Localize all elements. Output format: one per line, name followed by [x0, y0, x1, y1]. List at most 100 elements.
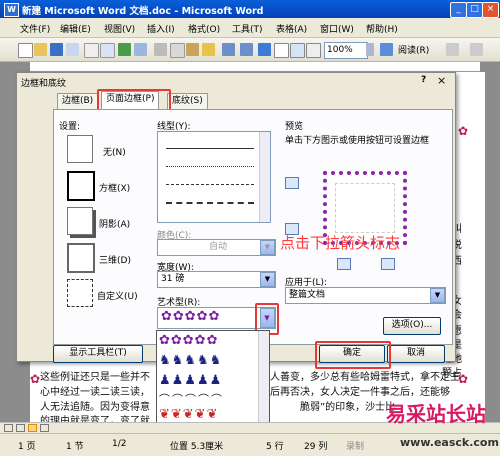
dialog-help-icon[interactable]: ? — [421, 75, 426, 85]
status-column: 29 列 — [304, 442, 328, 452]
spelling-icon[interactable] — [118, 43, 131, 56]
menu-window[interactable]: 窗口(W) — [320, 22, 354, 35]
color-select[interactable]: 自动 ▼ — [157, 239, 276, 256]
art-option-wave[interactable]: ⌒⌒⌒⌒⌒ — [159, 391, 257, 406]
doc-line: 这些例证还只是一些并不 — [40, 372, 150, 383]
title-bar: W 新建 Microsoft Word 文档.doc - Microsoft W… — [0, 0, 500, 18]
minimize-button[interactable]: _ — [450, 2, 467, 18]
preview-label: 预览 — [285, 122, 304, 132]
menu-help[interactable]: 帮助(H) — [366, 22, 398, 35]
setting-custom-icon[interactable] — [67, 279, 93, 307]
top-border-toggle-icon[interactable] — [285, 177, 299, 189]
doc-line: 人无法追随。因为变得意 — [40, 402, 150, 413]
zoom-dropdown-icon[interactable] — [366, 43, 374, 56]
color-dropdown-icon[interactable]: ▼ — [260, 240, 275, 255]
art-option-cat[interactable]: ♞♞♞♞♞ — [159, 353, 257, 371]
line-style-solid[interactable] — [166, 148, 254, 149]
line-style-scrollbar[interactable] — [259, 132, 270, 222]
status-page: 1 页 — [18, 442, 36, 452]
width-dropdown-icon[interactable]: ▼ — [260, 272, 275, 287]
tables-icon[interactable] — [274, 43, 289, 58]
setting-custom-label[interactable]: 自定义(U) — [97, 289, 138, 302]
setting-3d-label[interactable]: 三维(D) — [99, 253, 131, 266]
permission-icon[interactable] — [66, 43, 79, 56]
tab-borders[interactable]: 边框(B) — [57, 93, 99, 110]
dialog-title: 边框和底纹 — [21, 79, 67, 89]
research-icon[interactable] — [134, 43, 147, 56]
dialog-close-icon[interactable]: × — [437, 74, 446, 87]
menu-table[interactable]: 表格(A) — [276, 22, 307, 35]
borders-shading-dialog: 边框和底纹 ? × 边框(B) 页面边框(P) 底纹(S) 设置: 无(N) 方… — [16, 72, 456, 369]
menu-format[interactable]: 格式(O) — [188, 22, 220, 35]
apply-to-dropdown-icon[interactable]: ▼ — [430, 288, 445, 303]
close-button[interactable]: × — [482, 2, 499, 18]
status-line: 5 行 — [266, 442, 284, 452]
art-option-figure[interactable]: ♟♟♟♟♟ — [159, 373, 257, 391]
setting-shadow-label[interactable]: 阴影(A) — [99, 217, 130, 230]
print-view-icon[interactable] — [28, 424, 37, 432]
setting-box-label[interactable]: 方框(X) — [99, 181, 130, 194]
standard-toolbar: 100% 阅读(R) — [0, 38, 500, 62]
toolbar-options-icon[interactable] — [446, 43, 459, 56]
undo-icon[interactable] — [222, 43, 235, 56]
web-view-icon[interactable] — [16, 424, 25, 432]
paste-icon[interactable] — [186, 43, 199, 56]
zoom-select[interactable]: 100% — [324, 42, 368, 59]
maximize-button[interactable]: □ — [466, 2, 483, 18]
width-select[interactable]: 31 磅 ▼ — [157, 271, 276, 288]
cut-icon[interactable] — [154, 43, 167, 56]
line-style-dotted[interactable] — [166, 166, 254, 167]
menu-view[interactable]: 视图(V) — [104, 22, 135, 35]
left-border-toggle-icon[interactable] — [337, 258, 351, 270]
menu-file[interactable]: 文件(F) — [20, 22, 50, 35]
tab-shading[interactable]: 底纹(S) — [167, 93, 208, 110]
line-style-dashed[interactable] — [166, 184, 254, 185]
highlight-ok-button — [315, 341, 391, 369]
hyperlink-icon[interactable] — [258, 43, 271, 56]
art-option-heart[interactable]: ❦❦❦❦❦ — [159, 407, 257, 423]
status-pages: 1/2 — [112, 439, 127, 449]
menu-tools[interactable]: 工具(T) — [232, 22, 263, 35]
art-dropdown-list[interactable]: ✿✿✿✿✿ ♞♞♞♞♞ ♟♟♟♟♟ ⌒⌒⌒⌒⌒ ❦❦❦❦❦ — [156, 330, 270, 424]
read-mode-button[interactable]: 阅读(R) — [398, 43, 429, 56]
normal-view-icon[interactable] — [4, 424, 13, 432]
watermark-logo: 易采站长站 — [386, 402, 486, 426]
setting-shadow-icon[interactable] — [67, 207, 93, 235]
line-style-dash-long[interactable] — [166, 202, 254, 204]
columns-icon[interactable] — [306, 43, 321, 58]
art-option-rose[interactable]: ✿✿✿✿✿ — [159, 333, 257, 351]
help-icon[interactable] — [380, 43, 393, 56]
setting-box-icon[interactable] — [67, 171, 95, 201]
new-document-icon[interactable] — [18, 43, 33, 58]
print-preview-icon[interactable] — [100, 43, 115, 58]
setting-none-label[interactable]: 无(N) — [103, 145, 126, 158]
insert-table-icon[interactable] — [290, 43, 305, 58]
rose-border-icon: ✿ — [30, 372, 41, 386]
align-icon[interactable] — [470, 43, 483, 56]
setting-3d-icon[interactable] — [67, 243, 95, 273]
save-icon[interactable] — [50, 43, 63, 56]
cancel-button[interactable]: 取消 — [387, 345, 445, 363]
preview-hint: 单击下方图示或使用按钮可设置边框 — [285, 136, 430, 146]
horizontal-ruler[interactable] — [30, 62, 480, 72]
art-list-scrollbar[interactable] — [258, 331, 269, 423]
line-style-list[interactable] — [157, 131, 271, 223]
art-rose-pattern-icon: ✿✿✿✿✿ — [161, 309, 221, 324]
menu-edit[interactable]: 编辑(E) — [60, 22, 91, 35]
outline-view-icon[interactable] — [40, 424, 49, 432]
show-toolbar-button[interactable]: 显示工具栏(T) — [53, 345, 143, 363]
status-record: 录制 — [346, 442, 365, 452]
doc-line: 心中经过一读二读三读， — [40, 387, 150, 398]
setting-none-icon[interactable] — [67, 135, 93, 163]
word-app-icon[interactable]: W — [4, 3, 19, 17]
redo-icon[interactable] — [240, 43, 253, 56]
options-button[interactable]: 选项(O)... — [383, 317, 441, 335]
format-painter-icon[interactable] — [202, 43, 215, 56]
print-icon[interactable] — [84, 43, 99, 58]
right-border-toggle-icon[interactable] — [381, 258, 395, 270]
open-folder-icon[interactable] — [34, 43, 47, 56]
doc-line-tail: 女人善变，多少总有些哈姆雷特式，拿不定主 — [260, 372, 460, 383]
apply-to-select[interactable]: 整篇文档 ▼ — [285, 287, 446, 304]
menu-insert[interactable]: 插入(I) — [147, 22, 175, 35]
copy-icon[interactable] — [170, 43, 185, 58]
